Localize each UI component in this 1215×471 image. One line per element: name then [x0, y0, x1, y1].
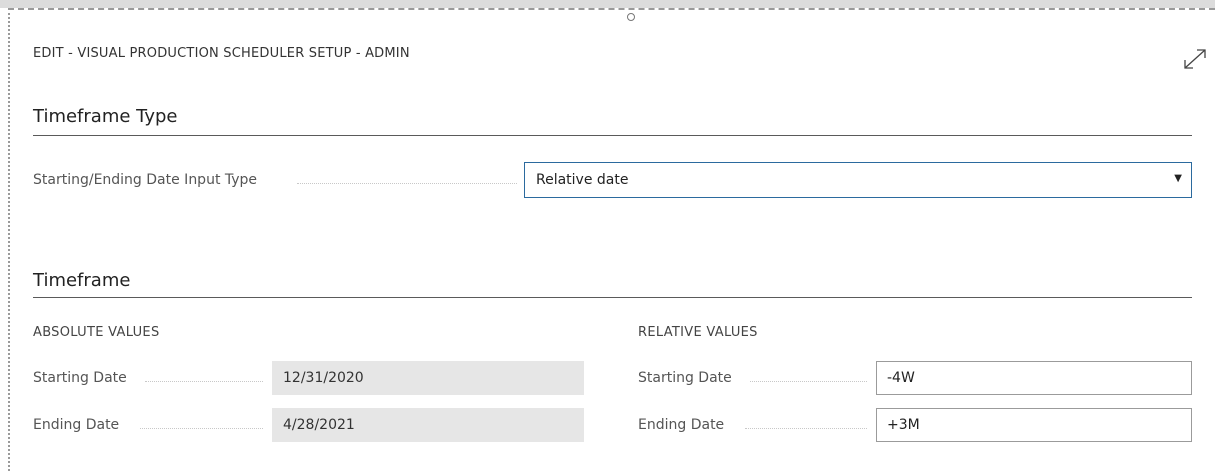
absolute-values-caption: ABSOLUTE VALUES [33, 325, 160, 340]
leader-dots [140, 428, 263, 429]
relative-starting-date-input[interactable]: -4W [876, 361, 1192, 395]
absolute-starting-date-value: 12/31/2020 [283, 370, 364, 386]
section-header-timeframe[interactable]: Timeframe [33, 270, 130, 291]
relative-starting-date-value: -4W [887, 370, 915, 386]
relative-values-caption: RELATIVE VALUES [638, 325, 758, 340]
edit-dialog-frame [8, 8, 1215, 471]
select-value: Relative date [536, 172, 629, 188]
expand-icon[interactable] [1181, 46, 1209, 72]
absolute-ending-date-label: Ending Date [33, 417, 120, 433]
relative-starting-date-label: Starting Date [638, 370, 732, 386]
absolute-starting-date-label: Starting Date [33, 370, 127, 386]
leader-dots [145, 381, 263, 382]
section-divider [33, 135, 1192, 136]
relative-ending-date-input[interactable]: +3M [876, 408, 1192, 442]
absolute-ending-date-field: 4/28/2021 [272, 408, 584, 442]
date-input-type-select[interactable]: Relative date ▼ [524, 162, 1192, 198]
input-type-label: Starting/Ending Date Input Type [33, 172, 258, 188]
window-top-strip [0, 0, 1215, 8]
leader-dots [745, 428, 867, 429]
resize-handle[interactable] [627, 13, 635, 21]
leader-dots [297, 183, 517, 184]
page-title: EDIT - VISUAL PRODUCTION SCHEDULER SETUP… [33, 46, 410, 61]
absolute-starting-date-field: 12/31/2020 [272, 361, 584, 395]
relative-ending-date-label: Ending Date [638, 417, 725, 433]
relative-ending-date-value: +3M [887, 417, 920, 433]
section-divider [33, 297, 1192, 298]
dropdown-arrow-icon[interactable]: ▼ [1174, 173, 1182, 184]
absolute-ending-date-value: 4/28/2021 [283, 417, 355, 433]
section-header-timeframe-type[interactable]: Timeframe Type [33, 106, 178, 127]
leader-dots [750, 381, 867, 382]
